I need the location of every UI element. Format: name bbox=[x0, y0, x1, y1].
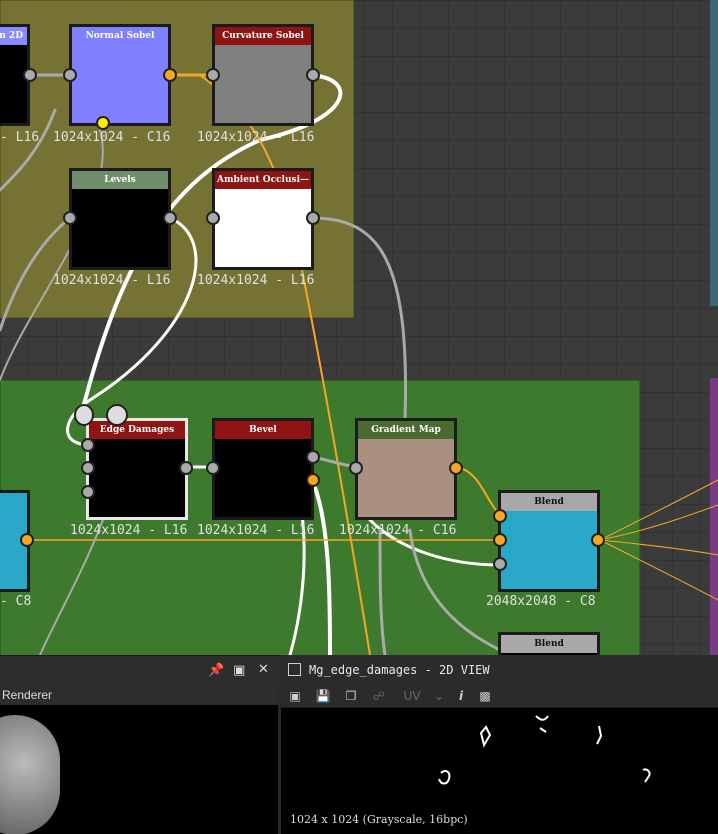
node-title: Curvature Sobel bbox=[215, 27, 311, 45]
node-resolution: 1024x1024 - C16 bbox=[53, 130, 171, 145]
node-edge-damages[interactable]: Edge Damages bbox=[86, 418, 188, 520]
output-port[interactable] bbox=[179, 461, 193, 475]
node-resolution: 1024x1024 - L16 bbox=[197, 273, 315, 288]
2d-view-toolbar: ▣ 💾 ❐ ☍ UV ⌄ i ▩ bbox=[281, 685, 718, 708]
panel-tab[interactable]: Mg_edge_damages - 2D VIEW bbox=[281, 655, 718, 685]
input-port[interactable] bbox=[493, 533, 507, 547]
node-preview bbox=[215, 439, 311, 517]
node-resolution: 1024x1024 - L16 bbox=[53, 273, 171, 288]
input-port[interactable] bbox=[206, 461, 220, 475]
node-title: Blend bbox=[501, 635, 597, 653]
node-title: Blend bbox=[501, 493, 597, 511]
node-title: Gradient Map bbox=[358, 421, 454, 439]
2d-view-panel[interactable]: Mg_edge_damages - 2D VIEW ▣ 💾 ❐ ☍ UV ⌄ i… bbox=[281, 655, 718, 834]
node-title: Ambient Occlusi— bbox=[215, 171, 311, 189]
node-resolution: 2048x2048 - C8 bbox=[486, 594, 596, 609]
node-gradient-map[interactable]: Gradient Map bbox=[355, 418, 457, 520]
node-resolution: 1024x1024 - L16 bbox=[197, 130, 315, 145]
input-port[interactable] bbox=[81, 461, 95, 475]
node-bevel[interactable]: Bevel bbox=[212, 418, 314, 520]
node-preview bbox=[72, 189, 168, 267]
node-title: Bevel bbox=[215, 421, 311, 439]
panel-title: Mg_edge_damages - 2D VIEW bbox=[309, 663, 490, 677]
output-port[interactable] bbox=[96, 116, 110, 130]
node-title: Levels bbox=[72, 171, 168, 189]
panel-title: Renderer bbox=[0, 685, 278, 705]
node-ambient-occlusion[interactable]: Ambient Occlusi— bbox=[212, 168, 314, 270]
node-graph-canvas[interactable]: n 2D - L16 Normal Sobel 1024x1024 - C16 … bbox=[0, 0, 718, 655]
uv-toggle[interactable]: UV bbox=[401, 688, 423, 704]
node-resolution: 1024x1024 - L16 bbox=[197, 523, 315, 538]
node-resolution: - C8 bbox=[0, 594, 32, 609]
tiling-icon[interactable]: ☍ bbox=[371, 688, 387, 704]
checker-icon[interactable] bbox=[106, 404, 128, 426]
output-port[interactable] bbox=[306, 211, 320, 225]
input-port[interactable] bbox=[493, 509, 507, 523]
input-port[interactable] bbox=[349, 461, 363, 475]
node-resolution: - L16 bbox=[0, 130, 40, 145]
input-port[interactable] bbox=[493, 557, 507, 571]
close-icon[interactable]: ✕ bbox=[258, 662, 269, 677]
node-title: Edge Damages bbox=[89, 421, 185, 439]
image-info: 1024 x 1024 (Grayscale, 16bpc) bbox=[290, 813, 468, 826]
document-icon[interactable] bbox=[74, 404, 94, 426]
node-preview bbox=[215, 189, 311, 267]
node-preview bbox=[501, 511, 597, 589]
checker-icon bbox=[288, 663, 301, 676]
node-preview bbox=[0, 45, 27, 123]
node-levels[interactable]: Levels bbox=[69, 168, 171, 270]
node-blend-2[interactable]: Blend bbox=[498, 632, 600, 655]
info-icon[interactable]: i bbox=[453, 688, 469, 704]
output-port[interactable] bbox=[449, 461, 463, 475]
output-port[interactable] bbox=[306, 68, 320, 82]
preview-mesh bbox=[0, 715, 60, 834]
histogram-icon[interactable]: ▩ bbox=[477, 688, 493, 704]
node-title: n 2D bbox=[0, 27, 27, 45]
input-port[interactable] bbox=[81, 485, 95, 499]
output-port[interactable] bbox=[591, 533, 605, 547]
node-normal-sobel[interactable]: Normal Sobel bbox=[69, 24, 171, 126]
save-icon[interactable]: 💾 bbox=[315, 688, 331, 704]
fit-icon[interactable]: ▣ bbox=[287, 688, 303, 704]
output-port[interactable] bbox=[306, 450, 320, 464]
node-title: Normal Sobel bbox=[72, 27, 168, 45]
output-port[interactable] bbox=[163, 211, 177, 225]
output-port[interactable] bbox=[306, 473, 320, 487]
maximize-icon[interactable]: ▣ bbox=[233, 663, 245, 678]
chevron-down-icon[interactable]: ⌄ bbox=[431, 688, 447, 704]
output-port[interactable] bbox=[23, 68, 37, 82]
node-preview bbox=[215, 45, 311, 123]
frame-teal bbox=[710, 0, 718, 306]
output-port[interactable] bbox=[20, 533, 34, 547]
copy-icon[interactable]: ❐ bbox=[343, 688, 359, 704]
input-port[interactable] bbox=[81, 438, 95, 452]
node-preview bbox=[89, 439, 185, 517]
node-preview bbox=[358, 439, 454, 517]
input-port[interactable] bbox=[63, 68, 77, 82]
node-preview bbox=[72, 45, 168, 123]
node-resolution: 1024x1024 - L16 bbox=[70, 523, 188, 538]
node-resolution: 1024x1024 - C16 bbox=[339, 523, 457, 538]
renderer-panel[interactable]: Renderer bbox=[0, 685, 281, 834]
frame-purple bbox=[710, 378, 718, 655]
input-port[interactable] bbox=[206, 68, 220, 82]
output-port[interactable] bbox=[163, 68, 177, 82]
pin-icon[interactable]: 📌 bbox=[208, 663, 224, 678]
input-port[interactable] bbox=[206, 211, 220, 225]
node-curvature-sobel[interactable]: Curvature Sobel bbox=[212, 24, 314, 126]
input-port[interactable] bbox=[63, 211, 77, 225]
node-blend[interactable]: Blend bbox=[498, 490, 600, 592]
